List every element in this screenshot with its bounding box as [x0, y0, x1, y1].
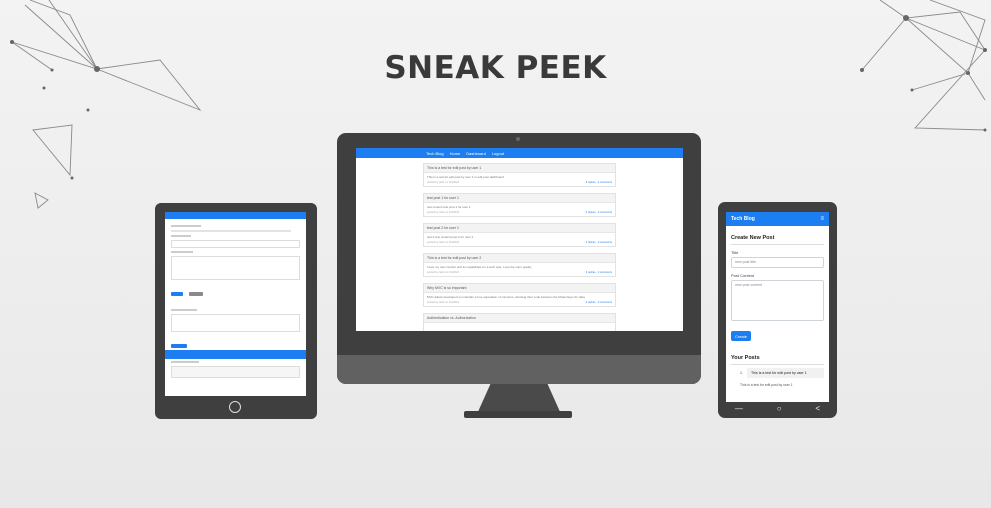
post-content-textarea[interactable]: new post content	[731, 280, 824, 321]
hamburger-menu-icon[interactable]: ≡	[820, 216, 824, 222]
post-body: I love my new monitor and its capabiliti…	[427, 265, 532, 269]
tablet-device	[155, 203, 317, 419]
phone-navbar: Tech Blog ≡	[726, 212, 829, 226]
delete-button[interactable]	[189, 292, 204, 296]
post-card[interactable]: test post 1 for user 1 test content test…	[423, 193, 616, 217]
nav-link-home[interactable]: Home	[450, 151, 461, 156]
post-title: This is a test for edit post by user 1	[424, 164, 615, 173]
text-line	[171, 309, 197, 311]
tablet-screen	[165, 212, 306, 396]
text-line	[171, 251, 193, 253]
post-comments-link[interactable]: 3 replies · 2 comments	[586, 271, 612, 274]
post-meta: posted by test3 on 2/4/2022	[427, 301, 460, 304]
list-item[interactable]: 1. This is a test for edit post by user …	[731, 368, 824, 378]
post-title-input[interactable]: new post title	[731, 257, 824, 268]
webcam-dot	[516, 137, 520, 141]
nav-brand[interactable]: Tech Blog	[426, 151, 444, 156]
phone-screen: Tech Blog ≡ Create New Post Title new po…	[726, 212, 829, 402]
text-line	[171, 361, 199, 363]
monitor-stand-base	[464, 411, 572, 418]
home-icon[interactable]: ○	[777, 404, 782, 413]
title-input[interactable]	[171, 240, 300, 248]
post-body: MVC allows developers to maintain a true…	[427, 295, 585, 299]
comment-item	[171, 366, 300, 378]
post-card[interactable]: This is a test for edit post by user 2 I…	[423, 253, 616, 277]
post-comments-link[interactable]: 0 replies · 0 comments	[586, 301, 612, 304]
post-title: Why MVC is so important	[424, 284, 615, 293]
page-title: SNEAK PEEK	[384, 50, 607, 86]
create-button[interactable]: Create	[731, 331, 751, 341]
comment-textarea[interactable]	[171, 314, 300, 332]
nav-link-dashboard[interactable]: Dashboard	[466, 151, 486, 156]
nav-link-logout[interactable]: Logout	[492, 151, 504, 156]
back-icon[interactable]: <	[815, 404, 820, 413]
monitor-chin	[337, 355, 701, 384]
post-card[interactable]: Why MVC is so important MVC allows devel…	[423, 283, 616, 307]
content-label: Post Content	[731, 273, 755, 278]
content-textarea[interactable]	[171, 256, 300, 280]
post-feed: This is a test for edit post by user 1 T…	[423, 163, 616, 331]
desktop-screen: Tech Blog Home Dashboard Logout This is …	[356, 148, 683, 331]
post-meta: posted by test2 on 2/4/2022	[427, 271, 460, 274]
post-meta: posted by test1 on 2/4/2022	[427, 211, 460, 214]
phone-device: Tech Blog ≡ Create New Post Title new po…	[718, 202, 837, 418]
post-body: test content test post 1 for user 1	[427, 205, 471, 209]
title-label: Title	[731, 250, 739, 255]
desktop-monitor: Tech Blog Home Dashboard Logout This is …	[337, 133, 701, 384]
post-preview-text: This is a test for edit post by user 1	[740, 383, 793, 387]
post-comments-link[interactable]: 0 replies · 0 comments	[586, 211, 612, 214]
nav-brand[interactable]: Tech Blog	[731, 216, 755, 222]
list-item-number: 1.	[740, 371, 743, 375]
post-comments-link[interactable]: 6 replies · 2 comments	[586, 181, 612, 184]
post-comments-link[interactable]: 0 replies · 0 comments	[586, 241, 612, 244]
submit-button[interactable]	[171, 344, 187, 348]
desktop-navbar: Tech Blog Home Dashboard Logout	[356, 148, 683, 158]
post-card[interactable]: Authentication vs. Authorization	[423, 313, 616, 331]
post-title: test post 1 for user 1	[424, 194, 615, 203]
create-post-heading: Create New Post	[731, 235, 775, 241]
divider	[731, 364, 824, 365]
post-card[interactable]: This is a test for edit post by user 1 T…	[423, 163, 616, 187]
post-meta: posted by test1 on 2/4/2022	[427, 181, 460, 184]
post-body	[424, 323, 615, 331]
post-body: test 2 test content post 2 for user 1	[427, 235, 474, 239]
recent-apps-icon[interactable]: —	[735, 404, 743, 413]
tablet-footer	[165, 350, 306, 359]
post-meta: posted by test1 on 2/4/2022	[427, 241, 460, 244]
post-title: test post 2 for user 1	[424, 224, 615, 233]
post-title: Authentication vs. Authorization	[424, 314, 615, 323]
post-title: This is a test for edit post by user 2	[424, 254, 615, 263]
update-button[interactable]	[171, 292, 183, 296]
list-item-title: This is a test for edit post by user 1	[747, 368, 824, 378]
post-card[interactable]: test post 2 for user 1 test 2 test conte…	[423, 223, 616, 247]
phone-softkeys: — ○ <	[718, 402, 837, 414]
divider	[731, 244, 824, 245]
text-line	[171, 225, 201, 227]
home-button[interactable]	[229, 401, 241, 413]
monitor-stand-neck	[477, 384, 561, 414]
tablet-navbar	[165, 212, 306, 219]
your-posts-heading: Your Posts	[731, 355, 760, 361]
text-line	[171, 235, 191, 237]
text-line	[171, 230, 291, 232]
post-body: This is a test for edit post by user 1 i…	[427, 175, 504, 179]
